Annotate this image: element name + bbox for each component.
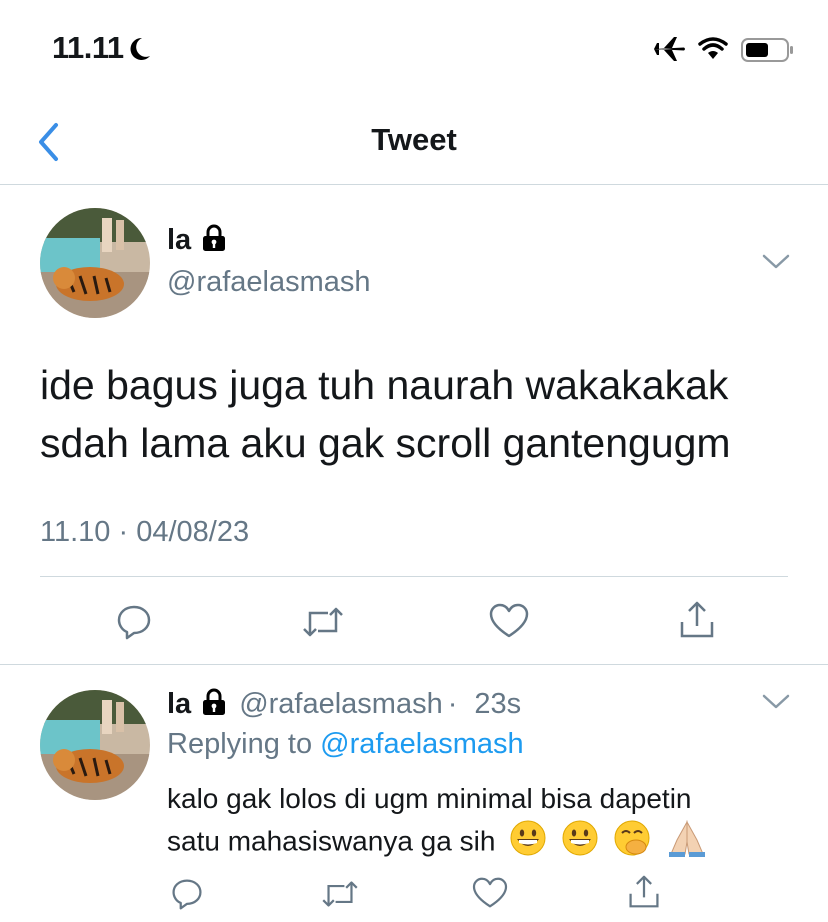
reply-text-line-2: satu mahasiswanya ga sih	[167, 818, 797, 868]
author-name-line: la	[167, 224, 227, 257]
reply-handle[interactable]: @rafaelasmash	[239, 688, 443, 721]
lock-icon	[201, 224, 227, 257]
lock-icon	[201, 688, 227, 721]
chevron-down-icon[interactable]	[762, 254, 790, 275]
reply-text-line: kalo gak lolos di ugm minimal bisa dapet…	[167, 783, 692, 814]
face-with-hand-over-mouth-icon	[613, 819, 651, 867]
reply-icon[interactable]	[170, 877, 204, 916]
divider	[40, 576, 788, 577]
grinning-face-icon	[509, 819, 547, 867]
status-time: 11.11	[52, 30, 124, 65]
airplane-icon	[652, 36, 686, 67]
nav-bar: Tweet	[0, 100, 828, 185]
author-handle[interactable]: @rafaelasmash	[167, 266, 371, 299]
grinning-face-icon	[561, 819, 599, 867]
divider	[0, 664, 828, 665]
like-icon[interactable]	[489, 603, 529, 644]
avatar[interactable]	[40, 690, 150, 800]
reply-display-name[interactable]: la	[167, 688, 191, 721]
reply-text-span: satu mahasiswanya ga sih	[167, 825, 496, 857]
retweet-icon[interactable]	[321, 879, 359, 914]
share-icon[interactable]	[627, 874, 661, 915]
status-bar: 11.11	[0, 0, 828, 100]
chevron-down-icon[interactable]	[762, 694, 790, 715]
tweet-timestamp: 11.10 · 04/08/23	[40, 516, 250, 548]
separator-dot: ·	[447, 688, 458, 720]
reply-icon[interactable]	[115, 603, 153, 646]
reply-text: kalo gak lolos di ugm minimal bisa dapet…	[167, 780, 797, 868]
tweet-text-line: sdah lama aku gak scroll gantengugm	[40, 420, 731, 466]
author-display-name[interactable]: la	[167, 224, 191, 257]
wifi-icon	[698, 37, 728, 66]
retweet-icon[interactable]	[302, 605, 344, 644]
moon-icon	[128, 36, 152, 67]
replying-to-link[interactable]: @rafaelasmash	[320, 728, 524, 760]
tweet-text-line: ide bagus juga tuh naurah wakakakak	[40, 362, 729, 408]
like-icon[interactable]	[472, 877, 508, 914]
page-title: Tweet	[371, 122, 457, 157]
folded-hands-icon	[665, 818, 709, 868]
replying-prefix: Replying to	[167, 728, 313, 760]
battery-icon	[741, 38, 795, 67]
reply-author-line: la @rafaelasmash · 23s	[167, 688, 521, 721]
avatar[interactable]	[40, 208, 150, 318]
reply-age: 23s	[474, 688, 522, 720]
tweet-text: ide bagus juga tuh naurah wakakakak sdah…	[40, 356, 800, 472]
replying-to: Replying to @rafaelasmash	[167, 728, 524, 761]
share-icon[interactable]	[678, 600, 716, 645]
